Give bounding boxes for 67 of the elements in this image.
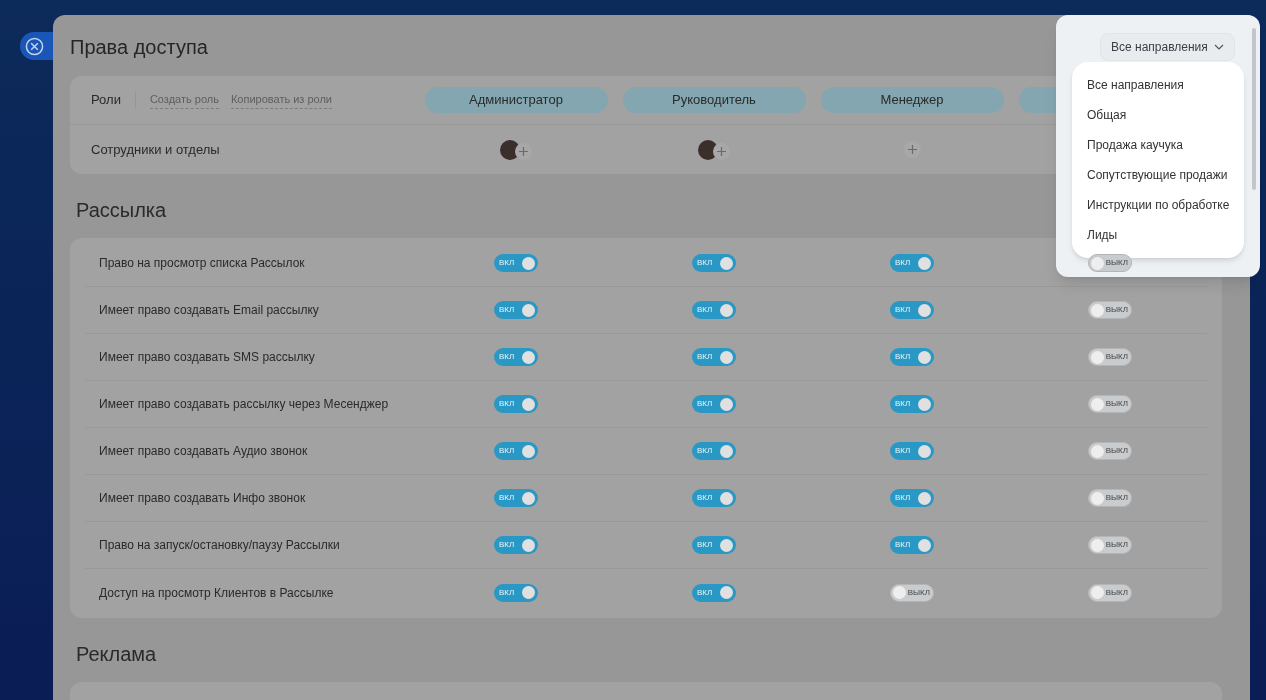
toggle-switch[interactable]: ВКЛ (494, 395, 538, 413)
toggle-switch[interactable]: ВЫКЛ (1088, 254, 1132, 272)
scrollbar-thumb[interactable] (1252, 28, 1256, 190)
menu-item[interactable]: Продажа каучука (1087, 130, 1229, 160)
members-label: Сотрудники и отделы (90, 140, 221, 159)
permission-label: Право на запуск/остановку/паузу Рассылки (98, 537, 341, 554)
toggle-switch[interactable]: ВКЛ (494, 489, 538, 507)
toggle-switch[interactable]: ВКЛ (692, 583, 736, 602)
menu-item[interactable]: Все направления (1087, 70, 1229, 100)
direction-dropdown[interactable]: Все направления (1100, 33, 1235, 61)
plus-icon (519, 147, 528, 156)
toggle-switch[interactable]: ВКЛ (890, 348, 934, 366)
toggle-switch[interactable]: ВКЛ (692, 254, 736, 272)
toggle-switch[interactable]: ВКЛ (494, 301, 538, 319)
role-action-link[interactable]: Создать роль (149, 91, 219, 109)
toggle-switch[interactable]: ВКЛ (494, 254, 538, 272)
toggle-switch[interactable]: ВЫКЛ (1088, 442, 1132, 460)
avatar (698, 139, 718, 160)
close-icon (25, 36, 44, 56)
toggle-switch[interactable]: ВКЛ (890, 536, 934, 554)
toggle-switch[interactable]: ВКЛ (692, 301, 736, 319)
toggle-switch[interactable]: ВКЛ (692, 395, 736, 413)
permission-label: Имеет право создавать SMS рассылку (98, 349, 316, 366)
toggle-switch[interactable]: ВЫКЛ (1088, 395, 1132, 413)
toggle-switch[interactable]: ВКЛ (890, 442, 934, 460)
permission-label: Имеет право создавать рассылку через Месенджер (98, 396, 390, 413)
role-pill[interactable]: Руководитель (622, 87, 806, 113)
toggle-switch[interactable]: ВКЛ (890, 254, 934, 272)
toggle-switch[interactable]: ВЫКЛ (1088, 301, 1132, 319)
toggle-switch[interactable]: ВЫКЛ (1088, 348, 1132, 366)
menu-item[interactable]: Сопутствующие продажи (1087, 160, 1229, 190)
toggle-switch[interactable]: ВКЛ (494, 536, 538, 554)
toggle-switch[interactable]: ВКЛ (890, 489, 934, 507)
menu-item[interactable]: Общая (1087, 100, 1229, 130)
toggle-switch[interactable]: ВКЛ (890, 395, 934, 413)
menu-item[interactable]: Инструкции по обработке (1087, 190, 1229, 220)
permission-label: Имеет право создавать Email рассылку (98, 302, 320, 319)
toggle-switch[interactable]: ВКЛ (890, 301, 934, 319)
toggle-switch[interactable]: ВЫКЛ (1088, 583, 1132, 602)
toggle-switch[interactable]: ВЫКЛ (1088, 536, 1132, 554)
toggle-switch[interactable]: ВКЛ (494, 442, 538, 460)
avatar (500, 139, 520, 160)
page-title: Права доступа (70, 35, 208, 59)
add-member-button[interactable] (713, 143, 730, 160)
plus-icon (717, 147, 726, 156)
toggle-switch[interactable]: ВКЛ (494, 348, 538, 366)
plus-icon (907, 145, 917, 154)
permission-label: Имеет право создавать Инфо звонок (98, 490, 307, 507)
section-title: Рассылка (76, 198, 167, 222)
toggle-switch[interactable]: ВЫКЛ (890, 583, 934, 602)
add-member-button[interactable] (515, 143, 532, 160)
toggle-switch[interactable]: ВКЛ (692, 442, 736, 460)
menu-item[interactable]: Лиды (1087, 220, 1229, 250)
toggle-switch[interactable]: ВЫКЛ (1088, 489, 1132, 507)
permission-label: Доступ на просмотр Клиентов в Рассылке (98, 584, 335, 602)
permission-label: Имеет право создавать Аудио звонок (98, 443, 309, 460)
permission-label: Право на просмотр списка Рассылок (98, 255, 306, 272)
role-pill[interactable]: Менеджер (820, 87, 1004, 113)
toggle-switch[interactable]: ВКЛ (692, 348, 736, 366)
toggle-switch[interactable]: ВКЛ (692, 536, 736, 554)
role-pill[interactable]: Администратор (424, 87, 608, 113)
toggle-switch[interactable]: ВКЛ (494, 583, 538, 602)
chevron-down-icon (1213, 44, 1224, 50)
roles-label: Роли (91, 91, 121, 110)
toggle-switch[interactable]: ВКЛ (692, 489, 736, 507)
section-title: Реклама (76, 642, 157, 666)
role-action-link[interactable]: Копировать из роли (230, 91, 332, 109)
